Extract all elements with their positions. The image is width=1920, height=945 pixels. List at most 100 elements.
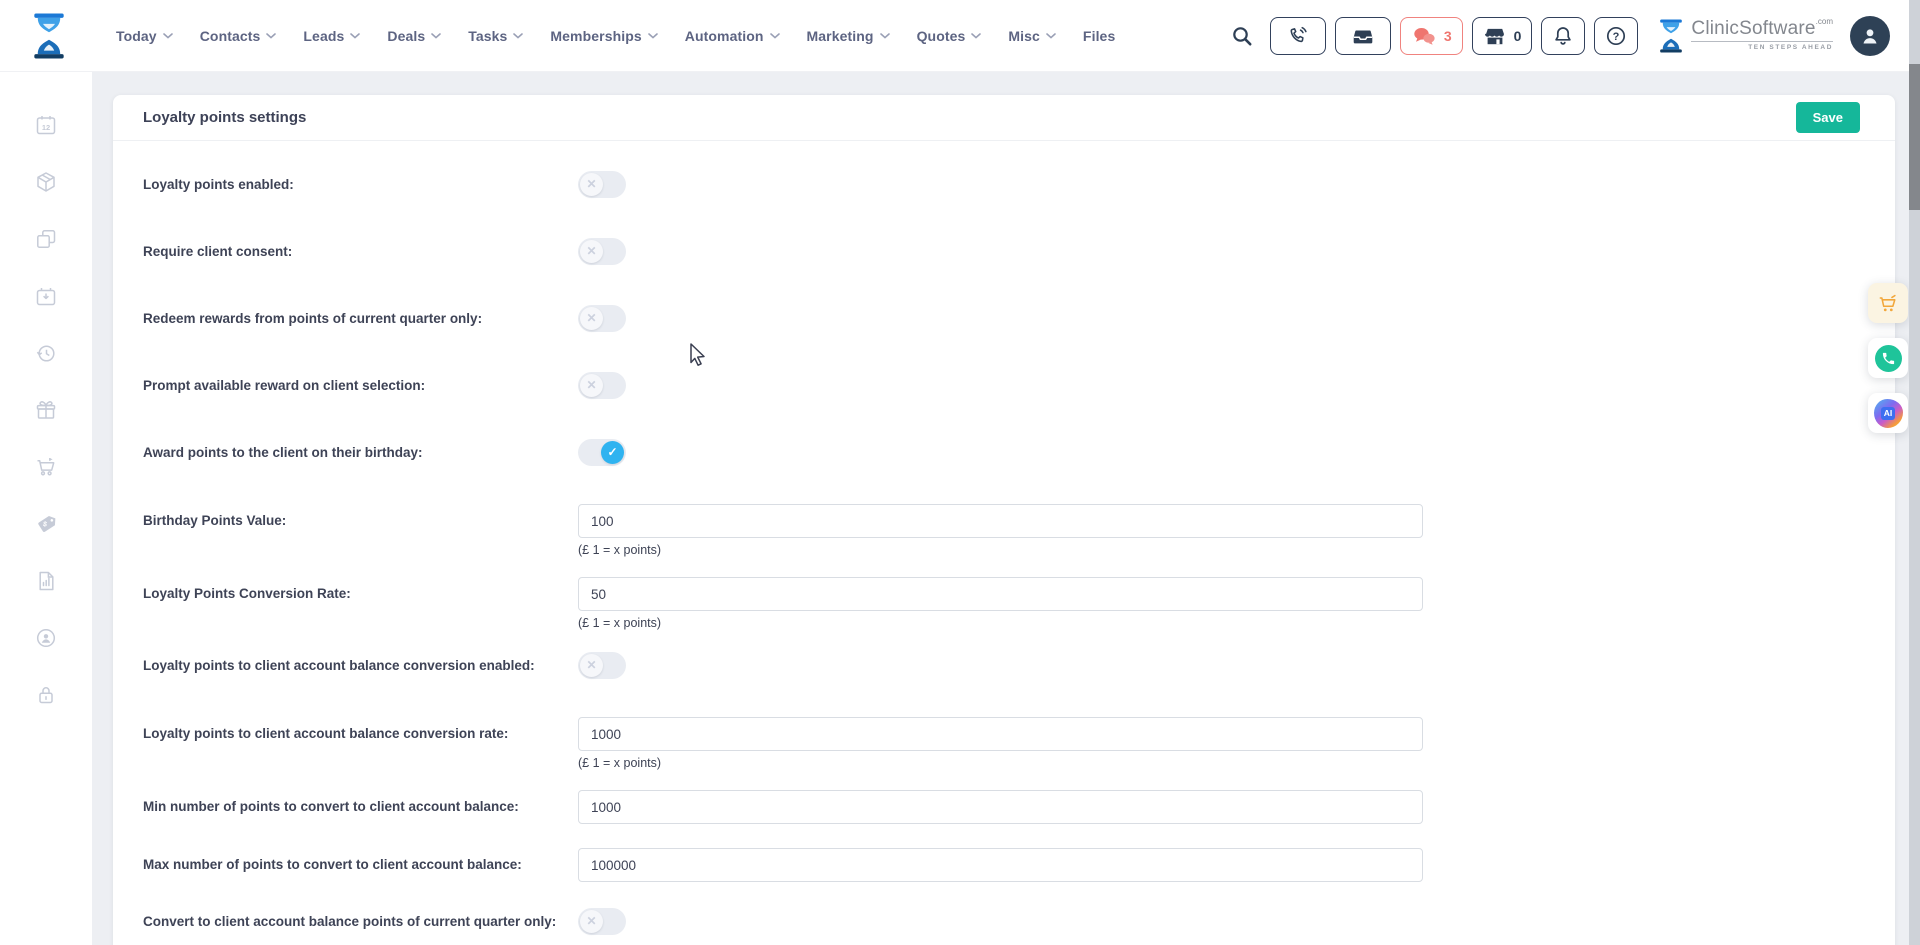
notifications-button[interactable] — [1541, 17, 1585, 55]
chevron-down-icon — [266, 33, 276, 39]
setting-label: Loyalty points enabled: — [143, 177, 578, 192]
nav-item-tasks[interactable]: Tasks — [468, 28, 523, 44]
toggle-knob: ✕ — [580, 307, 603, 330]
history-icon — [34, 341, 58, 365]
toggle-switch[interactable]: ✕ — [578, 171, 626, 198]
shop-button[interactable]: 0 — [1472, 17, 1533, 55]
sidebar-item-security[interactable] — [33, 682, 59, 708]
chat-button[interactable]: 3 — [1400, 17, 1463, 55]
floating-ai-button[interactable]: AI — [1868, 393, 1908, 433]
toggle-switch[interactable]: ✕ — [578, 652, 626, 679]
sidebar-item-account[interactable] — [33, 625, 59, 651]
svg-text:?: ? — [1613, 31, 1620, 43]
setting-label: Birthday Points Value: — [143, 504, 578, 557]
nav-item-label: Contacts — [200, 28, 261, 44]
toggle-switch[interactable]: ✕ — [578, 305, 626, 332]
nav-item-automation[interactable]: Automation — [685, 28, 780, 44]
sidebar-item-vouchers[interactable]: $ — [33, 511, 59, 537]
nav-item-label: Deals — [387, 28, 425, 44]
help-button[interactable]: ? — [1594, 17, 1638, 55]
storefront-icon — [1483, 25, 1507, 47]
inbox-button[interactable] — [1335, 17, 1391, 55]
price-tag-icon: $ — [34, 512, 58, 536]
toggle-switch[interactable]: ✕ — [578, 372, 626, 399]
package-icon — [34, 170, 58, 194]
setting-input[interactable] — [578, 504, 1423, 538]
page-title: Loyalty points settings — [143, 109, 306, 126]
floating-whatsapp-button[interactable] — [1868, 338, 1908, 378]
setting-label: Loyalty points to client account balance… — [143, 658, 578, 673]
settings-card: Loyalty points settings Save Loyalty poi… — [113, 95, 1895, 945]
nav-item-deals[interactable]: Deals — [387, 28, 441, 44]
brand-tagline: TEN STEPS AHEAD — [1691, 44, 1833, 51]
setting-input[interactable] — [578, 790, 1423, 824]
nav-item-misc[interactable]: Misc — [1008, 28, 1056, 44]
form-row: Award points to the client on their birt… — [143, 437, 1895, 467]
shop-count-badge: 0 — [1514, 28, 1522, 44]
user-avatar[interactable] — [1850, 16, 1890, 56]
toggle-knob: ✕ — [580, 910, 603, 933]
person-icon — [1859, 25, 1881, 47]
sidebar-item-duplicates[interactable] — [33, 226, 59, 252]
chevron-down-icon — [163, 33, 173, 39]
sidebar: 12 — [0, 72, 92, 945]
nav-item-label: Tasks — [468, 28, 507, 44]
toggle-switch[interactable]: ✕ — [578, 908, 626, 935]
floating-cart-button[interactable] — [1868, 283, 1908, 323]
sidebar-item-shop-cart[interactable] — [33, 454, 59, 480]
setting-input[interactable] — [578, 717, 1423, 751]
help-icon: ? — [1605, 25, 1627, 47]
scrollbar-thumb[interactable] — [1909, 64, 1920, 210]
save-button[interactable]: Save — [1796, 102, 1860, 133]
sidebar-item-calendar[interactable]: 12 — [33, 112, 59, 138]
toggle-knob: ✕ — [580, 240, 603, 263]
phone-button[interactable] — [1270, 17, 1326, 55]
app-logo[interactable] — [30, 12, 68, 60]
topbar-actions: 3 0 ? — [1231, 16, 1920, 56]
nav-item-leads[interactable]: Leads — [303, 28, 360, 44]
search-icon[interactable] — [1231, 25, 1253, 47]
nav-item-marketing[interactable]: Marketing — [807, 28, 890, 44]
setting-input[interactable] — [578, 577, 1423, 611]
nav-item-today[interactable]: Today — [116, 28, 173, 44]
form-row: Loyalty Points Conversion Rate: (£ 1 = x… — [143, 577, 1895, 630]
setting-input[interactable] — [578, 848, 1423, 882]
nav-item-quotes[interactable]: Quotes — [917, 28, 982, 44]
report-document-icon — [34, 569, 58, 593]
toggle-switch[interactable]: ✕ — [578, 238, 626, 265]
nav-item-memberships[interactable]: Memberships — [550, 28, 657, 44]
nav-item-files[interactable]: Files — [1083, 28, 1115, 44]
sidebar-item-bookings-import[interactable] — [33, 283, 59, 309]
calendar-import-icon — [34, 284, 58, 308]
sidebar-item-packages[interactable] — [33, 169, 59, 195]
chevron-down-icon — [513, 33, 523, 39]
sidebar-item-history[interactable] — [33, 340, 59, 366]
nav-item-label: Misc — [1008, 28, 1040, 44]
brand-logo[interactable]: ClinicSoftware .com TEN STEPS AHEAD — [1657, 18, 1833, 54]
helper-text: (£ 1 = x points) — [578, 756, 1423, 770]
chat-count-badge: 3 — [1444, 28, 1452, 44]
nav-item-contacts[interactable]: Contacts — [200, 28, 277, 44]
brand-tld: .com — [1816, 17, 1833, 26]
main-nav: Today Contacts Leads Deals Tasks Members… — [116, 28, 1115, 44]
sidebar-item-reports[interactable] — [33, 568, 59, 594]
calendar-icon: 12 — [34, 113, 58, 137]
floating-widgets: AI — [1868, 283, 1908, 433]
toggle-knob: ✕ — [580, 374, 603, 397]
toggle-switch[interactable]: ✓ — [578, 439, 626, 466]
toggle-knob: ✕ — [580, 654, 603, 677]
form-row: Loyalty points to client account balance… — [143, 650, 1895, 680]
setting-label: Max number of points to convert to clien… — [143, 848, 578, 882]
setting-label: Min number of points to convert to clien… — [143, 790, 578, 824]
setting-label: Loyalty points to client account balance… — [143, 717, 578, 770]
form-row: Prompt available reward on client select… — [143, 370, 1895, 400]
chevron-down-icon — [1046, 33, 1056, 39]
ai-label: AI — [1881, 407, 1896, 420]
card-header: Loyalty points settings Save — [113, 95, 1895, 141]
setting-label: Require client consent: — [143, 244, 578, 259]
nav-item-label: Files — [1083, 28, 1115, 44]
nav-item-label: Leads — [303, 28, 344, 44]
setting-label: Award points to the client on their birt… — [143, 445, 578, 460]
phone-volume-icon — [1287, 25, 1309, 47]
sidebar-item-gifts[interactable] — [33, 397, 59, 423]
